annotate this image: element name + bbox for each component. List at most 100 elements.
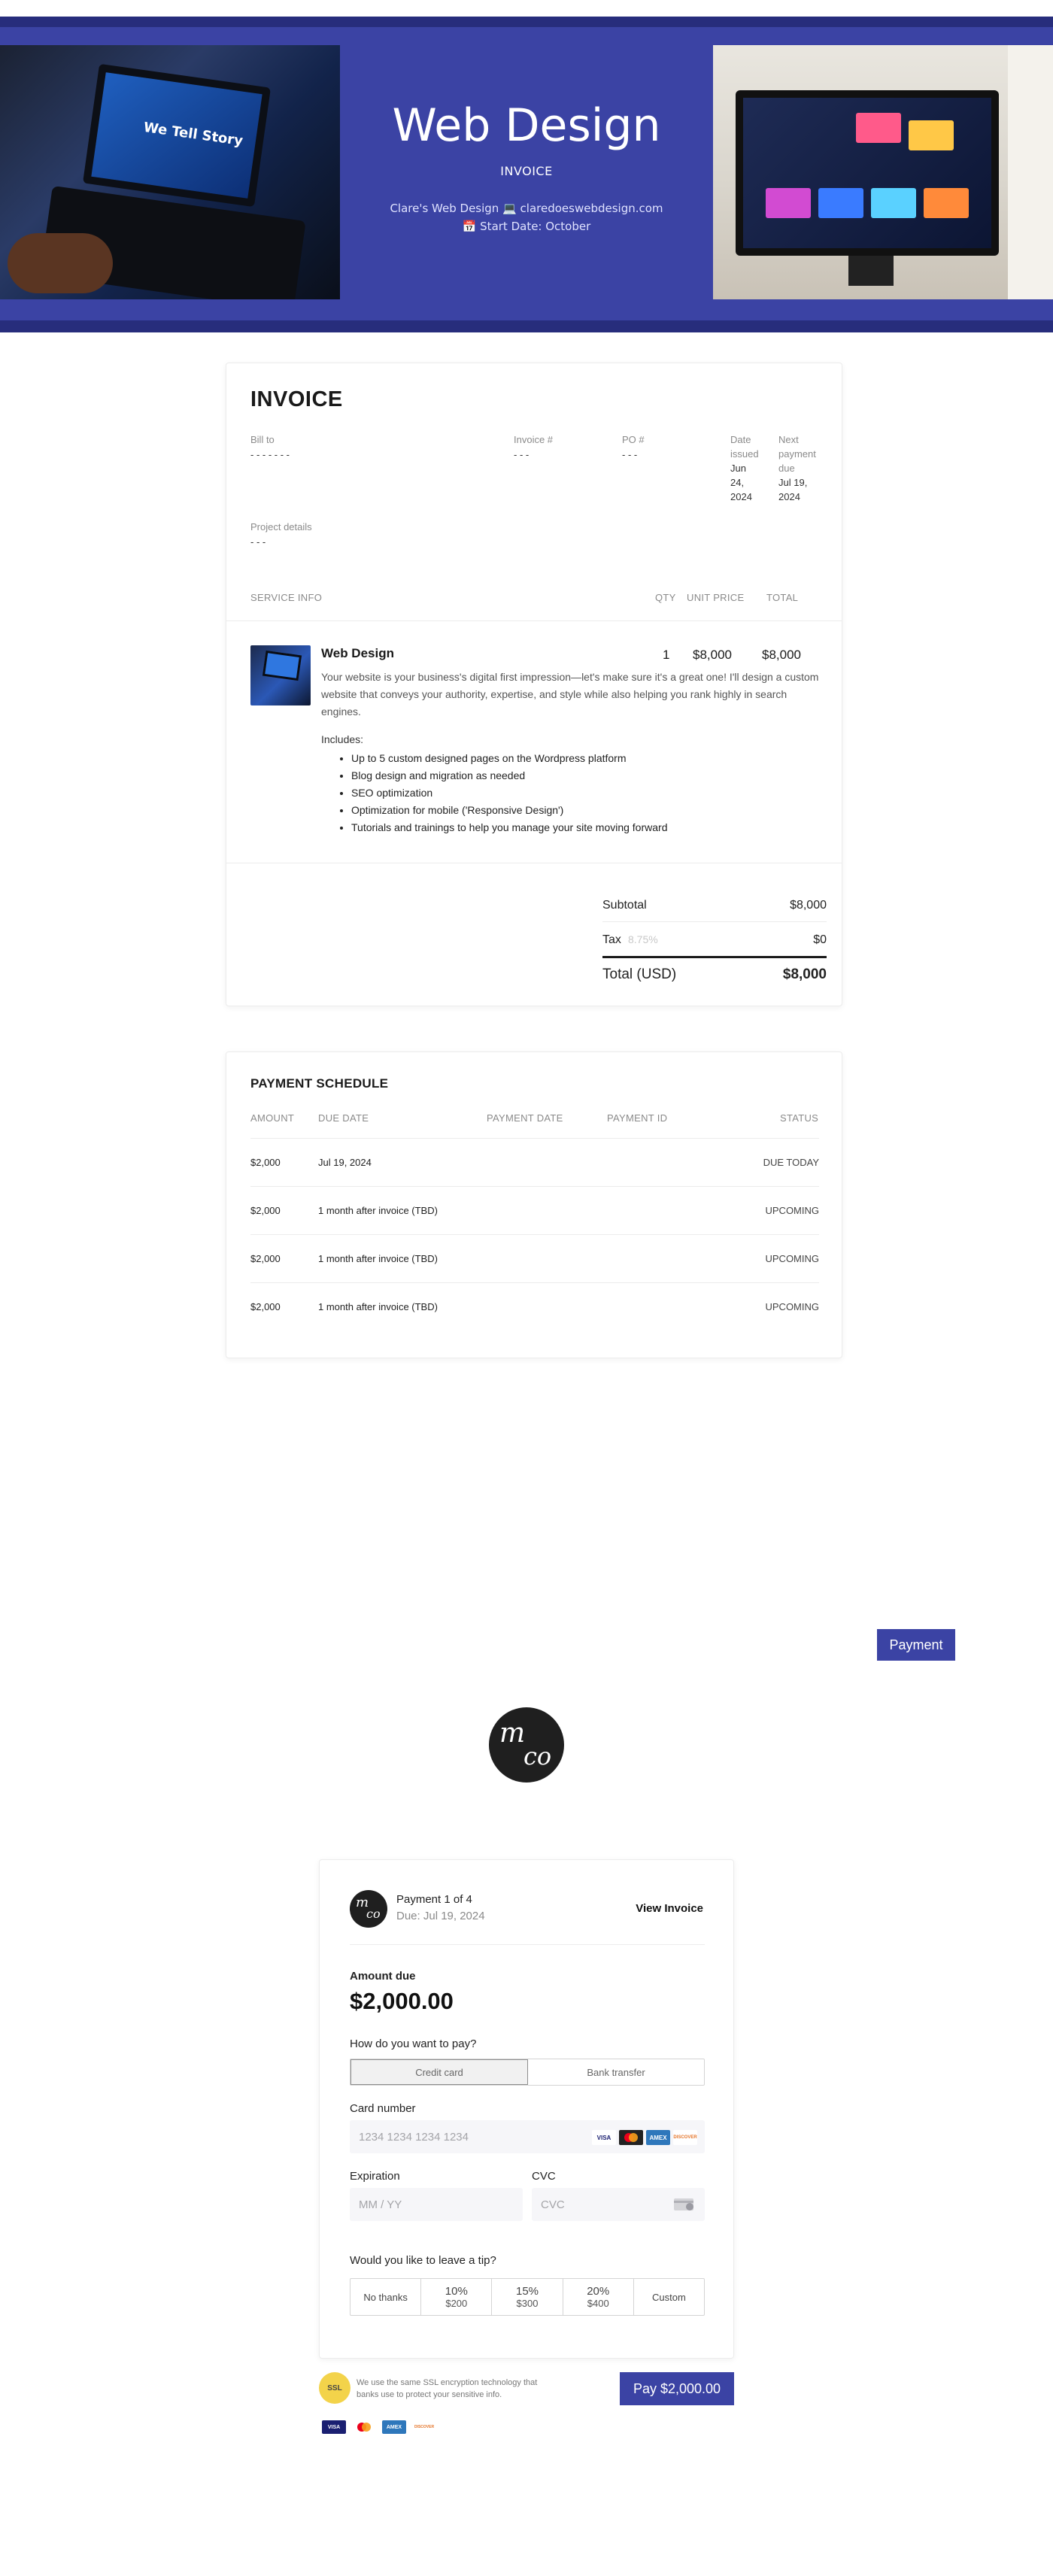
date-issued-value: 24, (730, 477, 745, 488)
next-due-label: due (778, 463, 795, 474)
subtotal-value: $8,000 (790, 899, 827, 912)
hand-shape (8, 233, 113, 293)
payment-of-label: Payment 1 of 4 (396, 1893, 472, 1906)
payment-button[interactable]: Payment (877, 1629, 955, 1661)
date-issued-label: Date (730, 434, 751, 445)
column-payment-date: PAYMENT DATE (487, 1112, 563, 1124)
monitor (736, 90, 999, 256)
payment-schedule-card: PAYMENT SCHEDULE AMOUNT DUE DATE PAYMENT… (226, 1051, 842, 1358)
bill-to-label: Bill to (250, 434, 275, 445)
service-total: $8,000 (762, 648, 801, 662)
tip-15-amt: $300 (516, 2298, 539, 2309)
tip-15[interactable]: 15% $300 (492, 2279, 563, 2315)
cvc-card-icon (674, 2198, 693, 2210)
tip-custom-label: Custom (652, 2291, 686, 2303)
po-label: PO # (622, 434, 645, 445)
divider (602, 921, 827, 922)
project-details-label: Project details (250, 521, 312, 532)
project-details-value: - - - (250, 536, 266, 548)
invoice-card: INVOICE Bill to - - - - - - - Invoice # … (226, 363, 842, 1006)
mastercard-icon (619, 2130, 643, 2145)
amex-icon: AMEX (646, 2130, 670, 2145)
row-due-date: 1 month after invoice (TBD) (318, 1301, 438, 1312)
column-amount: AMOUNT (250, 1112, 295, 1124)
list-item: Blog design and migration as needed (351, 767, 667, 784)
checkout-card: m co Payment 1 of 4 Due: Jul 19, 2024 Vi… (319, 1859, 734, 2359)
brand-avatar: m co (350, 1890, 387, 1928)
screen-tile (856, 113, 901, 143)
row-due-date: Jul 19, 2024 (318, 1157, 372, 1168)
screen-tile (871, 188, 916, 218)
laptop-screen-text: We Tell Story (142, 119, 244, 150)
cvc-placeholder: CVC (541, 2198, 565, 2211)
date-issued-value: Jun (730, 463, 746, 474)
tip-10[interactable]: 10% $200 (421, 2279, 493, 2315)
service-qty: 1 (663, 648, 670, 662)
amount-due-value: $2,000.00 (350, 1988, 454, 2014)
banner-subtitle: INVOICE (500, 164, 553, 178)
tip-20-pct: 20% (587, 2285, 610, 2298)
row-status: UPCOMING (765, 1301, 820, 1312)
tip-no-thanks-label: No thanks (363, 2291, 408, 2303)
row-due-date: 1 month after invoice (TBD) (318, 1253, 438, 1264)
view-invoice-link[interactable]: View Invoice (636, 1902, 703, 1915)
expiration-label: Expiration (350, 2170, 400, 2183)
banner-stripe (0, 320, 1053, 332)
discover-icon: DISCOVER (412, 2420, 436, 2434)
card-number-placeholder: 1234 1234 1234 1234 (359, 2130, 469, 2144)
avatar-co: co (366, 1907, 381, 1921)
includes-list: Up to 5 custom designed pages on the Wor… (351, 750, 667, 836)
invoice-title: INVOICE (250, 387, 343, 411)
cvc-input[interactable]: CVC (532, 2188, 705, 2221)
total-divider (602, 956, 827, 958)
logo-co: co (523, 1742, 552, 1770)
subtotal-label: Subtotal (602, 899, 647, 912)
banner-company-line: Clare's Web Design 💻 claredoeswebdesign.… (390, 202, 663, 215)
column-due-date: DUE DATE (318, 1112, 369, 1124)
amount-due-label: Amount due (350, 1970, 416, 1983)
discover-icon: DISCOVER (673, 2130, 697, 2145)
tip-options: No thanks 10% $200 15% $300 20% $400 Custom (350, 2278, 705, 2316)
service-unit-price: $8,000 (693, 648, 732, 662)
list-item: SEO optimization (351, 784, 667, 802)
bill-to-value: - - - - - - - (250, 449, 290, 460)
pay-now-button[interactable]: Pay $2,000.00 (620, 2372, 734, 2405)
row-status: UPCOMING (765, 1253, 820, 1264)
bank-transfer-option[interactable]: Bank transfer (528, 2059, 704, 2085)
banner-title: Web Design (392, 99, 661, 152)
card-number-input[interactable]: 1234 1234 1234 1234 VISA AMEX DISCOVER (350, 2120, 705, 2153)
visa-icon: VISA (592, 2130, 616, 2145)
tip-20-amt: $400 (587, 2298, 609, 2309)
screen-tile (924, 188, 969, 218)
amex-icon: AMEX (382, 2420, 406, 2434)
next-due-label: Next (778, 434, 799, 445)
payment-method-toggle: Credit card Bank transfer (350, 2059, 705, 2086)
invoice-number-value: - - - (514, 449, 530, 460)
row-status: UPCOMING (765, 1205, 820, 1216)
tip-20[interactable]: 20% $400 (563, 2279, 634, 2315)
screen-tile (766, 188, 811, 218)
row-amount: $2,000 (250, 1253, 281, 1264)
tax-value: $0 (813, 933, 827, 946)
tip-custom[interactable]: Custom (634, 2279, 704, 2315)
table-row: $2,000 Jul 19, 2024 DUE TODAY (250, 1138, 819, 1186)
card-brand-icons: VISA AMEX DISCOVER (592, 2130, 697, 2145)
total-value: $8,000 (782, 966, 827, 982)
banner-start-date: 📅 Start Date: October (462, 220, 591, 233)
payment-method-label: How do you want to pay? (350, 2037, 477, 2050)
banner-stripe (0, 17, 1053, 27)
accepted-cards: VISA AMEX DISCOVER (322, 2420, 436, 2434)
brand-logo: m co (489, 1707, 564, 1783)
list-item: Tutorials and trainings to help you mana… (351, 819, 667, 836)
po-value: - - - (622, 449, 638, 460)
tip-no-thanks[interactable]: No thanks (350, 2279, 422, 2315)
next-due-value: Jul 19, (778, 477, 808, 488)
expiration-input[interactable]: MM / YY (350, 2188, 523, 2221)
row-status: DUE TODAY (763, 1157, 819, 1168)
expiration-placeholder: MM / YY (359, 2198, 402, 2211)
credit-card-option[interactable]: Credit card (350, 2059, 528, 2085)
screen-tile (909, 120, 954, 150)
ssl-notice: We use the same SSL encryption technolog… (357, 2378, 538, 2399)
cvc-label: CVC (532, 2170, 556, 2183)
thumbnail-screen (262, 650, 302, 681)
